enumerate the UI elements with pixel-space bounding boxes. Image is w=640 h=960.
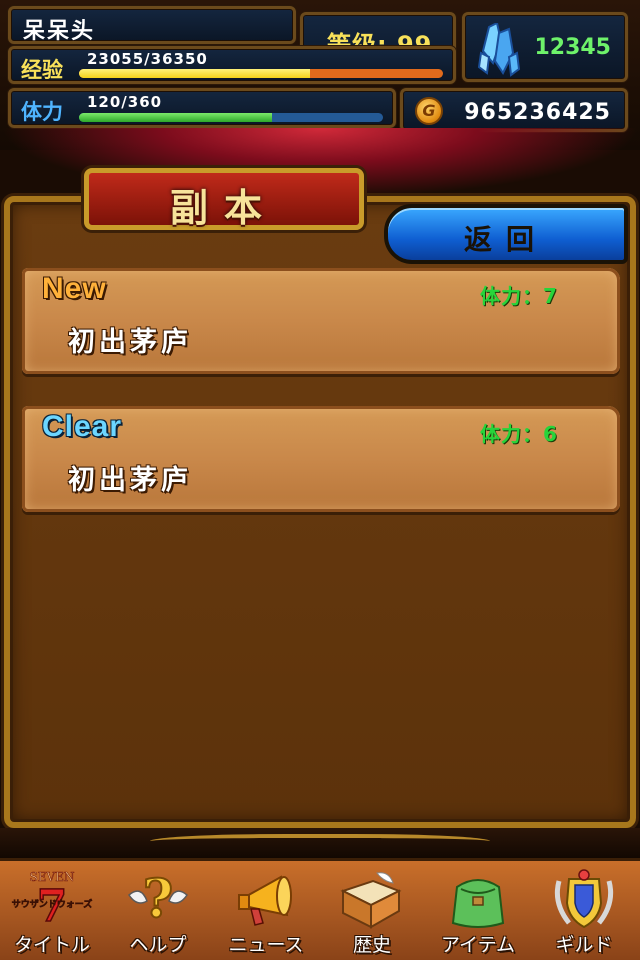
gold-coin-icon: G [415,97,443,125]
logo-text-bottom: サウザンドウォーズ [12,898,93,910]
title-plaque: 副本 [84,168,364,230]
megaphone-icon [231,867,301,933]
tab-history[interactable]: 歴史 [320,865,424,960]
tab-label: ヘルプ [129,934,187,956]
stage-status-clear: Clear [42,410,123,443]
stage-stamina-cost: 体力：7 [480,284,558,308]
stage-stamina-cost: 体力：6 [480,422,558,446]
crystal-panel: 12345 [462,12,628,82]
experience-panel: 经验 23055/36350 [8,46,456,84]
tab-title[interactable]: SEVEN 7 サウザンドウォーズ タイトル [0,865,104,960]
book-icon [337,867,407,933]
bottom-tab-bar: SEVEN 7 サウザンドウォーズ タイトル ? ヘルプ ニュース 歴史 アイテ… [0,858,640,960]
back-button[interactable]: 返回 [384,204,628,264]
gold-count: 965236425 [464,100,611,125]
tab-label: タイトル [13,934,90,956]
svg-text:?: ? [143,869,173,930]
back-button-label: 返回 [463,223,548,256]
stage-name: 初出茅庐 [68,327,192,358]
stage-name: 初出茅庐 [68,465,192,496]
tab-label: 歴史 [352,934,391,956]
stamina-value: 120/360 [87,93,163,111]
guild-crest-icon [549,867,619,933]
stamina-bar-fill [79,113,272,122]
page-title: 副本 [169,186,278,230]
tab-news[interactable]: ニュース [214,865,318,960]
stamina-panel: 体力 120/360 [8,88,396,128]
stage-card[interactable]: Clear 体力：6 初出茅庐 [22,406,620,512]
experience-label: 经验 [21,58,63,82]
bag-icon [443,867,513,933]
player-name: 呆呆头 [23,19,96,44]
stage-status-new: New [42,272,107,305]
tab-label: ニュース [228,934,304,956]
stamina-label: 体力 [21,100,63,124]
tab-guild[interactable]: ギルド [532,865,636,960]
stamina-bar [79,113,383,122]
tab-label: ギルド [555,934,613,956]
tab-help[interactable]: ? ヘルプ [106,865,210,960]
tab-label: アイテム [440,934,516,956]
frame-bottom-ornament [0,828,640,858]
experience-bar [79,69,443,78]
tab-items[interactable]: アイテム [426,865,530,960]
experience-value: 23055/36350 [87,50,208,68]
stage-card[interactable]: New 体力：7 初出茅庐 [22,268,620,374]
crystal-count: 12345 [534,35,611,60]
gold-panel: G 965236425 [400,88,628,132]
title-logo-icon: SEVEN 7 サウザンドウォーズ [11,867,92,933]
experience-bar-fill [79,69,310,78]
crystal-icon [475,21,521,81]
player-name-panel: 呆呆头 [8,6,296,44]
help-icon: ? [123,867,193,933]
